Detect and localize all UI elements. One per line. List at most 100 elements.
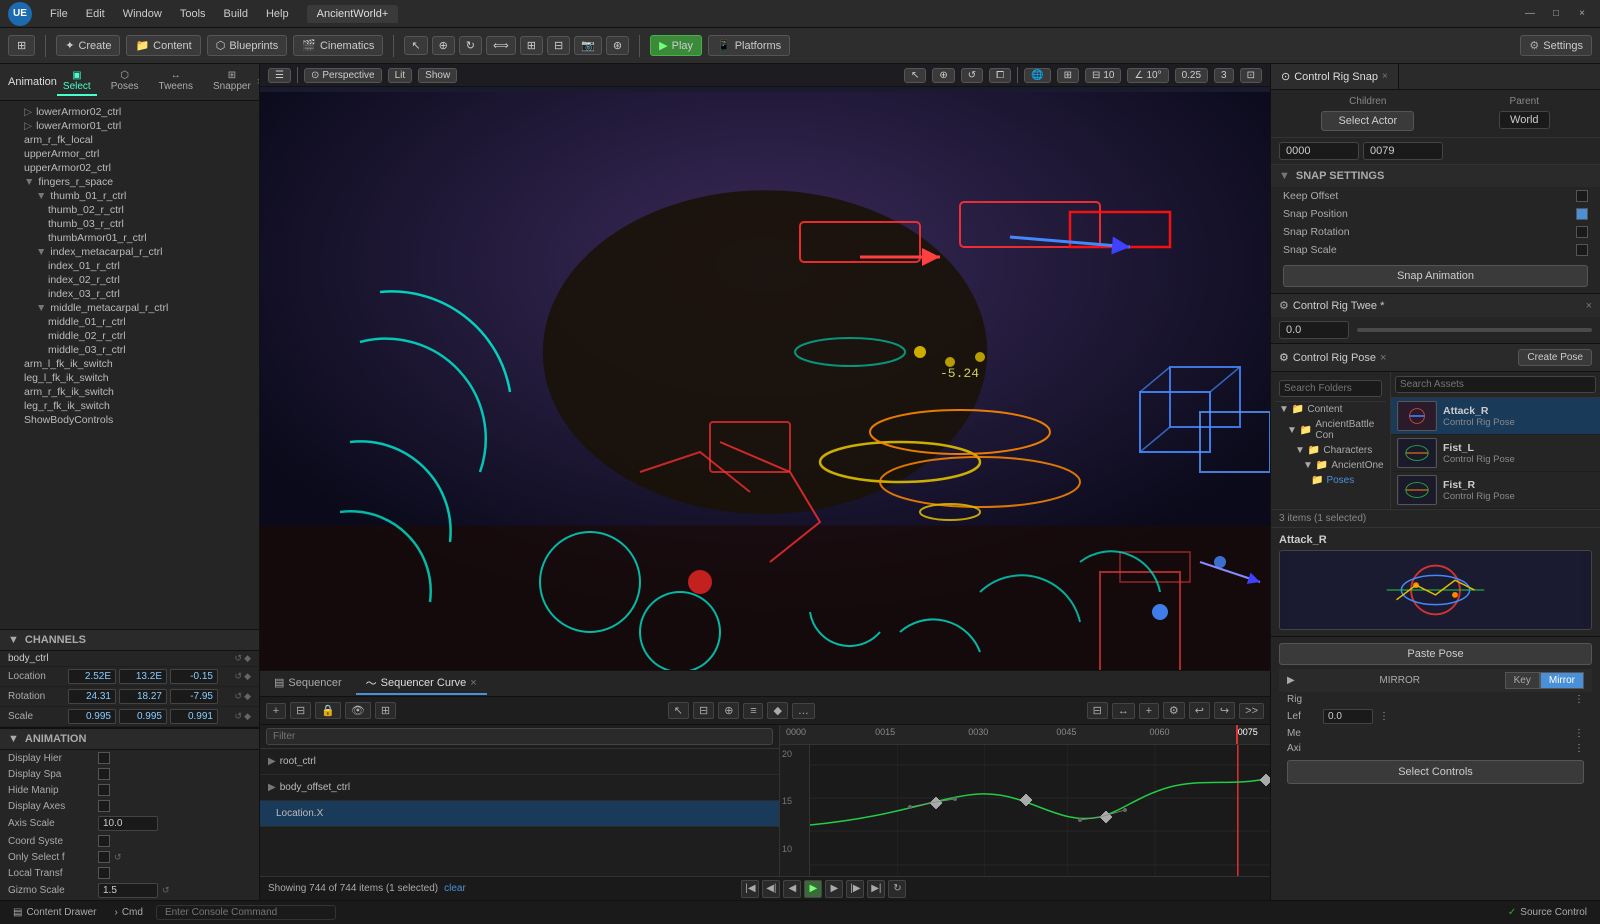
tree-item[interactable]: thumb_02_r_ctrl [0, 203, 259, 217]
seq-search-input[interactable] [266, 728, 773, 745]
tree-item[interactable]: ▷lowerArmor01_ctrl [0, 119, 259, 133]
toolbar-grid-btn[interactable]: ⊞ [8, 35, 35, 56]
content-button[interactable]: 📁 Content [126, 35, 200, 56]
local-transf-check[interactable] [98, 867, 110, 879]
blueprints-button[interactable]: ⬡ Blueprints [207, 35, 288, 56]
grid-val-btn[interactable]: ⊟ 10 [1085, 68, 1122, 83]
tree-item[interactable]: arm_l_fk_ik_switch [0, 357, 259, 371]
menu-file[interactable]: File [42, 6, 76, 22]
maximize-button[interactable]: □ [1546, 7, 1566, 21]
rot-key-icon[interactable]: ◆ [244, 691, 251, 702]
fullscreen-btn[interactable]: ⊡ [1240, 68, 1262, 83]
snap-animation-btn[interactable]: Snap Animation [1283, 265, 1588, 287]
viewport-options1[interactable]: ⊕ [932, 68, 954, 83]
rig-menu-icon[interactable]: ⋮ [1574, 694, 1584, 705]
tree-item[interactable]: ▷lowerArmor02_ctrl [0, 105, 259, 119]
select-actor-btn[interactable]: Select Actor [1321, 111, 1414, 131]
sequencer-timeline[interactable]: 0000 0015 0030 0045 0060 0075 20 [780, 725, 1270, 876]
create-button[interactable]: ✦ Create [56, 35, 120, 56]
me-menu-icon[interactable]: ⋮ [1574, 728, 1584, 739]
tree-item[interactable]: middle_03_r_ctrl [0, 343, 259, 357]
tree-item[interactable]: ▼fingers_r_space [0, 175, 259, 189]
seq-bookmark[interactable]: ⊞ [375, 702, 396, 719]
tab-sequencer[interactable]: ▤ Sequencer [264, 674, 352, 693]
folders-search-input[interactable] [1279, 380, 1382, 397]
paste-pose-btn[interactable]: Paste Pose [1279, 643, 1592, 665]
pb-next-key[interactable]: |▶ [846, 880, 864, 898]
tree-item[interactable]: leg_r_fk_ik_switch [0, 399, 259, 413]
seq-expand[interactable]: + [1139, 703, 1159, 719]
angle-val-btn[interactable]: ∠ 10° [1127, 68, 1168, 83]
scale-x-val[interactable]: 0.995 [68, 709, 116, 724]
rot-reset-icon[interactable]: ↺ [235, 691, 243, 702]
pb-to-start[interactable]: |◀ [741, 880, 759, 898]
move-tool[interactable]: ⊕ [432, 36, 455, 55]
snap-settings-header[interactable]: ▼ SNAP SETTINGS [1271, 165, 1600, 187]
asset-fist-l[interactable]: Fist_L Control Rig Pose [1391, 435, 1600, 472]
loc-key-icon[interactable]: ◆ [244, 671, 251, 682]
tree-item[interactable]: arm_r_fk_ik_switch [0, 385, 259, 399]
scale-reset-icon[interactable]: ↺ [235, 711, 243, 722]
seq-snap[interactable]: ⊟ [1087, 702, 1108, 719]
tree-item[interactable]: index_01_r_ctrl [0, 259, 259, 273]
viewport[interactable]: ☰ ⊙ Perspective Lit Show ↖ ⊕ ↺ ⧠ 🌐 ⊞ ⊟ 1… [260, 64, 1270, 670]
project-tab[interactable]: AncientWorld+ [307, 5, 399, 23]
rotation-z-val[interactable]: -7.95 [170, 689, 218, 704]
seq-track-locx[interactable]: Location.X [260, 801, 779, 827]
tree-item[interactable]: leg_l_fk_ik_switch [0, 371, 259, 385]
val2-input[interactable] [1363, 142, 1443, 160]
axi-menu-icon[interactable]: ⋮ [1574, 743, 1584, 754]
asset-attack-r[interactable]: Attack_R Control Rig Pose [1391, 398, 1600, 435]
tree-item[interactable]: arm_r_fk_local [0, 133, 259, 147]
lef-menu-icon[interactable]: ⋮ [1379, 711, 1389, 722]
menu-edit[interactable]: Edit [78, 6, 113, 22]
hide-manip-check[interactable] [98, 784, 110, 796]
tab-control-rig-snap[interactable]: ⊙ Control Rig Snap × [1271, 64, 1399, 89]
tree-item[interactable]: middle_01_r_ctrl [0, 315, 259, 329]
scale-key-icon[interactable]: ◆ [244, 711, 251, 722]
mode-tool[interactable]: ⊛ [606, 36, 629, 55]
display-axes-check[interactable] [98, 800, 110, 812]
location-x-val[interactable]: 2.52E [68, 669, 116, 684]
channel-key-icon[interactable]: ◆ [244, 653, 251, 664]
seq-undo[interactable]: ↩ [1189, 702, 1210, 719]
clear-btn[interactable]: clear [444, 883, 466, 894]
folder-ancientone[interactable]: ▼ 📁 AncientOne [1275, 458, 1386, 473]
seq-cursor[interactable]: ↖ [668, 702, 689, 719]
tab-tweens[interactable]: ↔ Tweens [153, 68, 199, 96]
lef-input[interactable] [1323, 709, 1373, 724]
create-pose-btn[interactable]: Create Pose [1518, 349, 1592, 366]
platforms-button[interactable]: 📱 Platforms [708, 35, 790, 56]
seq-track-select[interactable]: ≡ [743, 703, 763, 719]
pb-step-fwd[interactable]: ▶ [825, 880, 843, 898]
rotation-x-val[interactable]: 24.31 [68, 689, 116, 704]
pb-play[interactable]: ▶ [804, 880, 822, 898]
minimize-button[interactable]: — [1520, 7, 1540, 21]
grid-icon[interactable]: ⊞ [1057, 68, 1079, 83]
seq-settings[interactable]: ⚙ [1163, 702, 1185, 719]
curve-tab-close[interactable]: × [470, 677, 476, 689]
tree-item[interactable]: middle_02_r_ctrl [0, 329, 259, 343]
snap-rotation-check[interactable] [1576, 226, 1588, 238]
tree-item[interactable]: upperArmor_ctrl [0, 147, 259, 161]
scale-z-val[interactable]: 0.991 [170, 709, 218, 724]
camera-tool[interactable]: 📷 [574, 36, 602, 55]
mirror-btn[interactable]: Mirror [1540, 672, 1584, 689]
keep-offset-check[interactable] [1576, 190, 1588, 202]
menu-window[interactable]: Window [115, 6, 170, 22]
scale-tool[interactable]: ⟺ [486, 36, 516, 55]
tree-item[interactable]: upperArmor02_ctrl [0, 161, 259, 175]
tab-select[interactable]: ▣ Select [57, 68, 97, 96]
pb-step-back[interactable]: ◀ [783, 880, 801, 898]
snap-scale-check[interactable] [1576, 244, 1588, 256]
asset-fist-r[interactable]: Fist_R Control Rig Pose [1391, 472, 1600, 509]
snap-tool[interactable]: ⊟ [547, 36, 570, 55]
tree-item[interactable]: ShowBodyControls [0, 413, 259, 427]
seq-filter[interactable]: ⊟ [290, 702, 311, 719]
snap-tab-close[interactable]: × [1382, 71, 1388, 82]
seq-more[interactable]: … [792, 703, 815, 719]
gizmo-scale-input[interactable] [98, 883, 158, 898]
assets-search-input[interactable] [1395, 376, 1596, 393]
curve-editor[interactable]: 20 15 10 5 [780, 745, 1270, 876]
only-select-check[interactable] [98, 851, 110, 863]
